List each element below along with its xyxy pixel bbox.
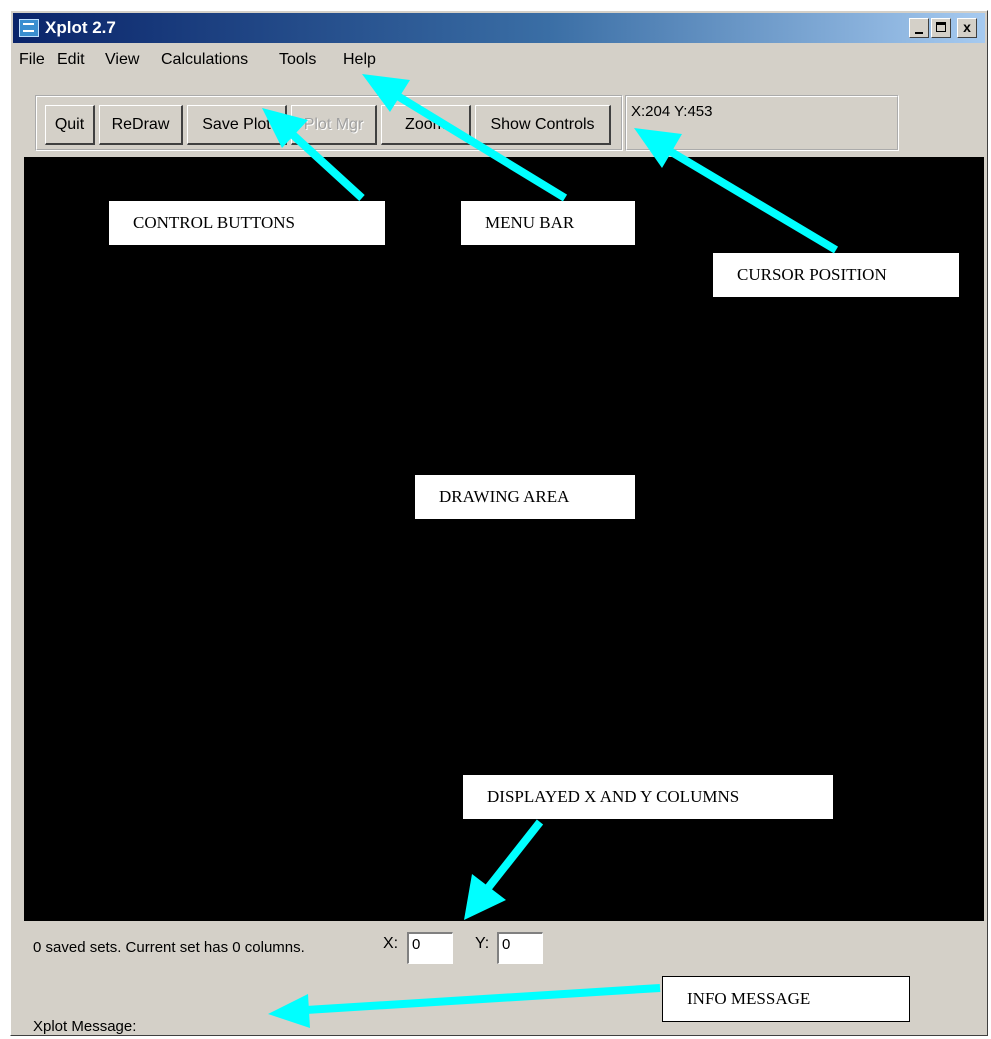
xplot-app-icon[interactable] (19, 19, 39, 37)
close-button[interactable]: x (957, 18, 977, 38)
callout-cursor-position: CURSOR POSITION (712, 252, 960, 298)
maximize-button[interactable] (931, 18, 951, 38)
callout-info-message: INFO MESSAGE (662, 976, 910, 1022)
redraw-button[interactable]: ReDraw (99, 105, 183, 145)
quit-button[interactable]: Quit (45, 105, 95, 145)
minimize-button[interactable] (909, 18, 929, 38)
menu-view[interactable]: View (105, 51, 139, 69)
x-column-field[interactable]: 0 (407, 932, 453, 964)
cursor-position-display: X:204 Y:453 (625, 95, 899, 151)
menu-help[interactable]: Help (343, 51, 376, 69)
callout-menu-bar: MENU BAR (460, 200, 636, 246)
set-count-status: 0 saved sets. Current set has 0 columns. (33, 939, 305, 956)
callout-displayed-columns: DISPLAYED X AND Y COLUMNS (462, 774, 834, 820)
callout-control-buttons: CONTROL BUTTONS (108, 200, 386, 246)
x-column-label: X: (383, 935, 399, 952)
zoom-button[interactable]: Zoom (381, 105, 471, 145)
control-buttons-group: Quit ReDraw Save Plot Plot Mgr Zoom Show… (35, 95, 623, 151)
callout-drawing-area: DRAWING AREA (414, 474, 636, 520)
window-title: Xplot 2.7 (45, 18, 116, 37)
xplot-window: Xplot 2.7 x File Edit View Calculations … (10, 10, 988, 1036)
menu-calculations[interactable]: Calculations (161, 51, 248, 69)
y-column-label: Y: (475, 935, 490, 952)
menu-edit[interactable]: Edit (57, 51, 85, 69)
menu-tools[interactable]: Tools (279, 51, 316, 69)
cursor-position-text: X:204 Y:453 (631, 103, 713, 120)
menu-file[interactable]: File (19, 51, 45, 69)
info-message-label: Xplot Message: (33, 1018, 137, 1035)
title-bar[interactable]: Xplot 2.7 x (13, 13, 985, 43)
save-plot-button[interactable]: Save Plot (187, 105, 287, 145)
plot-mgr-button[interactable]: Plot Mgr (291, 105, 377, 145)
show-controls-button[interactable]: Show Controls (475, 105, 611, 145)
menu-bar: File Edit View Calculations Tools Help (13, 47, 985, 71)
y-column-field[interactable]: 0 (497, 932, 543, 964)
